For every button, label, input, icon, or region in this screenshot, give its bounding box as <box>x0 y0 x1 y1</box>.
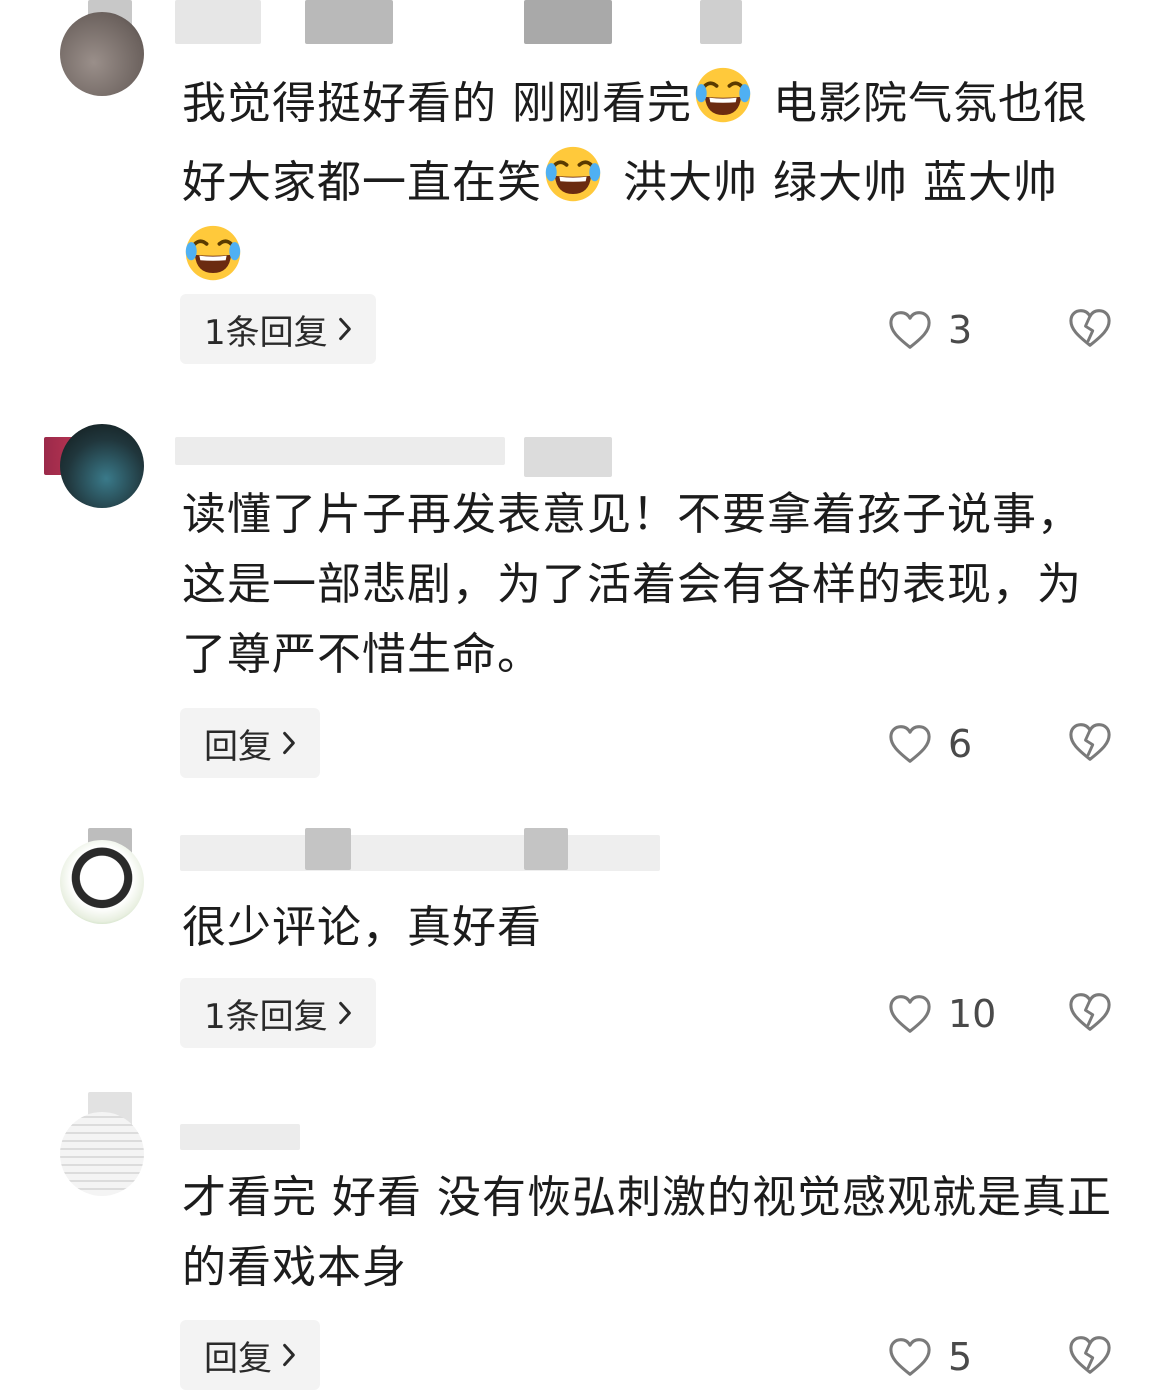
blurred-username <box>175 0 261 44</box>
avatar[interactable] <box>60 1112 144 1196</box>
like-count: 3 <box>948 308 973 352</box>
reply-label: 回复 <box>204 726 272 767</box>
comment-text: 才看完 好看 没有恢弘刺激的视觉感观就是真正的看戏本身 <box>182 1172 1112 1293</box>
chevron-right-icon <box>338 316 352 342</box>
heart-outline-icon <box>888 724 932 764</box>
comment-text: 很少评论，真好看 <box>182 902 542 953</box>
dislike-button[interactable] <box>1068 992 1112 1036</box>
blurred-username <box>180 1124 300 1150</box>
chevron-right-icon <box>338 1000 352 1026</box>
like-count: 10 <box>948 992 997 1036</box>
comment-text: 读懂了片子再发表意见！不要拿着孩子说事，这是一部悲剧，为了活着会有各样的表现，为… <box>182 489 1082 680</box>
blurred-username <box>524 828 568 870</box>
dislike-button[interactable] <box>1068 722 1112 766</box>
reply-button[interactable]: 回复 <box>180 708 320 778</box>
like-button[interactable]: 10 <box>888 992 996 1036</box>
laughing-tears-emoji-icon <box>694 66 752 145</box>
blurred-username <box>305 828 351 870</box>
dislike-button[interactable] <box>1068 1335 1112 1379</box>
view-replies-button[interactable]: 1条回复 <box>180 294 376 364</box>
blurred-username <box>524 0 612 44</box>
dislike-button[interactable] <box>1068 308 1112 352</box>
avatar[interactable] <box>60 424 144 508</box>
heart-outline-icon <box>888 1337 932 1377</box>
like-count: 5 <box>948 1335 973 1379</box>
comment-text: 我觉得挺好看的 刚刚看完 电影院气氛也很好大家都一直在笑 洪大帅 绿大帅 蓝大帅 <box>182 66 1122 303</box>
like-button[interactable]: 3 <box>888 308 972 352</box>
reply-label: 回复 <box>204 1338 272 1379</box>
like-button[interactable]: 5 <box>888 1335 972 1379</box>
view-replies-button[interactable]: 1条回复 <box>180 978 376 1048</box>
reply-button[interactable]: 回复 <box>180 1320 320 1390</box>
chevron-right-icon <box>282 730 296 756</box>
blurred-username <box>175 437 505 465</box>
laughing-tears-emoji-icon <box>184 224 242 303</box>
blurred-username <box>305 0 393 44</box>
broken-heart-icon <box>1068 1335 1112 1375</box>
broken-heart-icon <box>1068 992 1112 1032</box>
blurred-username <box>700 0 742 44</box>
heart-outline-icon <box>888 310 932 350</box>
like-count: 6 <box>948 722 973 766</box>
heart-outline-icon <box>888 994 932 1034</box>
like-button[interactable]: 6 <box>888 722 972 766</box>
avatar[interactable] <box>60 840 144 924</box>
laughing-tears-emoji-icon <box>544 145 602 224</box>
broken-heart-icon <box>1068 722 1112 762</box>
reply-label: 1条回复 <box>204 996 328 1037</box>
avatar[interactable] <box>60 12 144 96</box>
blurred-username <box>180 835 660 871</box>
chevron-right-icon <box>282 1342 296 1368</box>
blurred-username <box>524 437 612 477</box>
reply-label: 1条回复 <box>204 312 328 353</box>
broken-heart-icon <box>1068 308 1112 348</box>
